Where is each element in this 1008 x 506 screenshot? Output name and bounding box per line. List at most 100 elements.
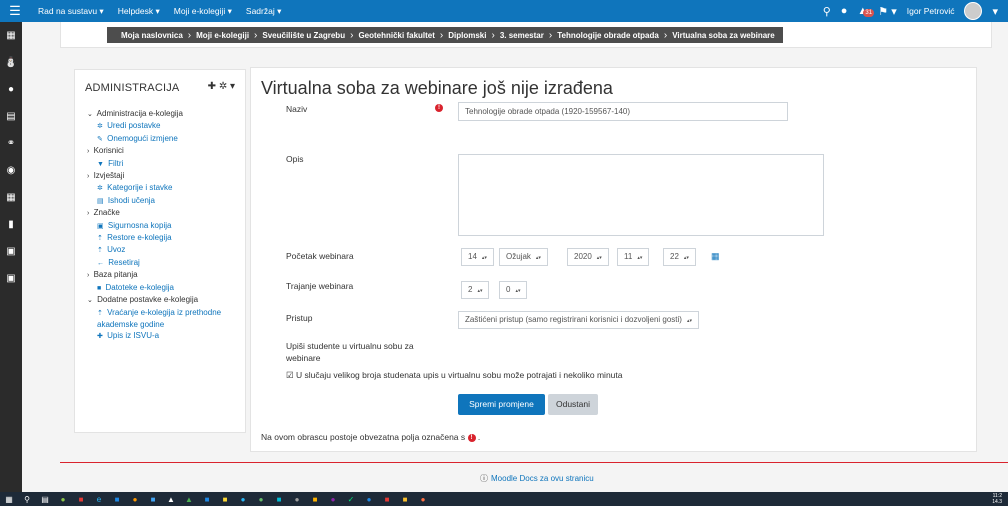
enroll-checkbox-row[interactable]: ☑ U slučaju velikog broja studenata upis… [286, 370, 623, 381]
calendar-icon[interactable]: ▦ [0, 184, 22, 211]
user-menu-chevron-icon[interactable]: ▾ [992, 5, 998, 18]
tree-item-course-admin[interactable]: ⌄ Administracija e-kolegija [87, 108, 242, 120]
app-icon[interactable]: ● [252, 495, 270, 504]
start-month-select[interactable]: Ožujak [499, 248, 548, 266]
edge-icon[interactable]: e [90, 495, 108, 504]
windows-start-icon[interactable]: ▦ [0, 495, 18, 504]
breadcrumb-item[interactable]: Tehnologije obrade otpada [557, 31, 659, 40]
files-icon[interactable]: ▮ [0, 211, 22, 238]
start-year-select[interactable]: 2020 [567, 248, 609, 266]
tree-item-users[interactable]: › Korisnici [87, 145, 242, 157]
breadcrumb-item[interactable]: Diplomski [448, 31, 486, 40]
app-icon[interactable]: ▲ [162, 495, 180, 504]
nav-moji-e-kolegiji[interactable]: Moji e-kolegiji ▾ [174, 6, 232, 17]
breadcrumb-item[interactable]: 3. semestar [500, 31, 544, 40]
required-note-text: Na ovom obrascu postoje obvezatna polja … [261, 432, 466, 442]
opis-textarea[interactable] [458, 154, 824, 236]
app-icon[interactable]: ● [234, 495, 252, 504]
tree-item-reset[interactable]: ← Resetiraj [87, 257, 242, 269]
tree-item-additional-settings[interactable]: ⌄ Dodatne postavke e-kolegija [87, 294, 242, 306]
app-icon[interactable]: ■ [378, 495, 396, 504]
app-icon[interactable]: ■ [270, 495, 288, 504]
breadcrumb-item[interactable]: Sveučilište u Zagrebu [262, 31, 345, 40]
tree-item-label: Resetiraj [108, 257, 140, 267]
app-icon[interactable]: ■ [198, 495, 216, 504]
task-view-icon[interactable]: ▤ [36, 495, 54, 504]
save-button[interactable]: Spremi promjene [458, 394, 545, 415]
nav-sadrzaj[interactable]: Sadržaj ▾ [246, 6, 281, 17]
system-tray-clock[interactable]: 11:2 14.3 [992, 493, 1002, 505]
app-icon[interactable]: ■ [72, 495, 90, 504]
page-footer: ⓘ Moodle Docs za ovu stranicu [60, 462, 1008, 492]
nav-rad-na-sustavu[interactable]: Rad na sustavu ▾ [38, 6, 104, 17]
tree-item-label: Filtri [108, 158, 124, 168]
start-minute-select[interactable]: 22 [663, 248, 696, 266]
search-taskbar-icon[interactable]: ⚲ [18, 495, 36, 504]
breadcrumb-item[interactable]: Moji e-kolegiji [196, 31, 249, 40]
checkbox-icon[interactable]: ☑ [286, 370, 294, 380]
duration-hours-select[interactable]: 2 [461, 281, 490, 299]
duration-minutes-select[interactable]: 0 [499, 281, 528, 299]
start-hour-select[interactable]: 11 [617, 248, 650, 266]
notifications-icon[interactable]: ▲31 [857, 5, 875, 17]
admin-icon[interactable]: ▣ [0, 265, 22, 292]
avatar[interactable] [964, 2, 983, 20]
tree-item-question-bank[interactable]: › Baza pitanja [87, 269, 242, 281]
grades-icon[interactable]: ▤ [0, 103, 22, 130]
courses-icon[interactable]: ▣ [0, 238, 22, 265]
nav-helpdesk[interactable]: Helpdesk ▾ [118, 6, 160, 17]
breadcrumb-separator-icon: › [187, 29, 192, 41]
block-actions-icon[interactable]: ✚ ✲ ▾ [208, 81, 235, 92]
tree-item-outcomes[interactable]: ▤ Ishodi učenja [87, 195, 242, 207]
breadcrumb-separator-icon: › [548, 29, 553, 41]
tree-item-course-files[interactable]: ■ Datoteke e-kolegija [87, 282, 242, 294]
nav-drawer: ▦ ⛄ ● ▤ ⚭ ◉ ▦ ▮ ▣ ▣ [0, 22, 22, 492]
naziv-input[interactable]: Tehnologije obrade otpada (1920-159567-1… [458, 102, 788, 121]
app-icon[interactable]: ● [414, 495, 432, 504]
tree-item-reports[interactable]: › Izvještaji [87, 170, 242, 182]
flag-icon[interactable]: ⚑ ▾ [878, 5, 896, 18]
app-icon[interactable]: ● [360, 495, 378, 504]
moodle-docs-link[interactable]: ⓘ Moodle Docs za ovu stranicu [480, 473, 594, 484]
duration-label: Trajanje webinara [286, 281, 354, 291]
app-icon[interactable]: ● [54, 495, 72, 504]
app-icon[interactable]: ▲ [180, 495, 198, 504]
tree-item-filters[interactable]: ▼ Filtri [87, 158, 242, 170]
participants-icon[interactable]: ⛄ [0, 49, 22, 76]
app-icon[interactable]: ■ [306, 495, 324, 504]
user-name[interactable]: Igor Petrović [907, 6, 955, 16]
tree-item-badges[interactable]: › Značke [87, 207, 242, 219]
access-select[interactable]: Zaštićeni pristup (samo registrirani kor… [458, 311, 699, 329]
cancel-button[interactable]: Odustani [548, 394, 598, 415]
badges-icon[interactable]: ● [0, 76, 22, 103]
breadcrumb-item[interactable]: Geotehnički fakultet [358, 31, 434, 40]
app-icon[interactable]: ■ [108, 495, 126, 504]
tree-item-import[interactable]: ⇡ Uvoz [87, 244, 242, 256]
app-icon[interactable]: ● [324, 495, 342, 504]
tree-item-isvu-enrol[interactable]: ✚ Upis iz ISVU-a [87, 330, 242, 342]
tree-item-backup[interactable]: ▣ Sigurnosna kopija [87, 220, 242, 232]
dashboard-icon[interactable]: ▦ [0, 22, 22, 49]
menu-toggle-icon[interactable]: ☰ [0, 0, 30, 22]
search-icon[interactable]: ⚲ [823, 5, 831, 18]
messages-icon[interactable]: ● [841, 5, 848, 17]
app-icon[interactable]: ■ [216, 495, 234, 504]
tree-item-grade-categories[interactable]: ✲ Kategorije i stavke [87, 182, 242, 194]
calendar-icon[interactable]: ▦ [711, 251, 720, 262]
app-icon[interactable]: ● [288, 495, 306, 504]
app-icon[interactable]: ✓ [342, 495, 360, 504]
tree-item-disable-editing[interactable]: ✎ Onemogući izmjene [87, 133, 242, 145]
webinar-icon[interactable]: ⚭ [0, 130, 22, 157]
tree-item-edit-settings[interactable]: ✲ Uredi postavke [87, 120, 242, 132]
breadcrumb-item[interactable]: Moja naslovnica [121, 31, 183, 40]
app-icon[interactable]: ■ [144, 495, 162, 504]
tree-item-restore[interactable]: ⇡ Restore e-kolegija [87, 232, 242, 244]
tree-item-label: Administracija e-kolegija [96, 109, 183, 118]
start-day-select[interactable]: 14 [461, 248, 494, 266]
breadcrumb-separator-icon: › [663, 29, 668, 41]
firefox-icon[interactable]: ● [126, 495, 144, 504]
site-home-icon[interactable]: ◉ [0, 157, 22, 184]
tree-item-restore-previous-year[interactable]: ⇡ Vraćanje e-kolegija iz prethodne akade… [87, 307, 242, 331]
app-icon[interactable]: ■ [396, 495, 414, 504]
required-icon: ! [435, 104, 443, 112]
